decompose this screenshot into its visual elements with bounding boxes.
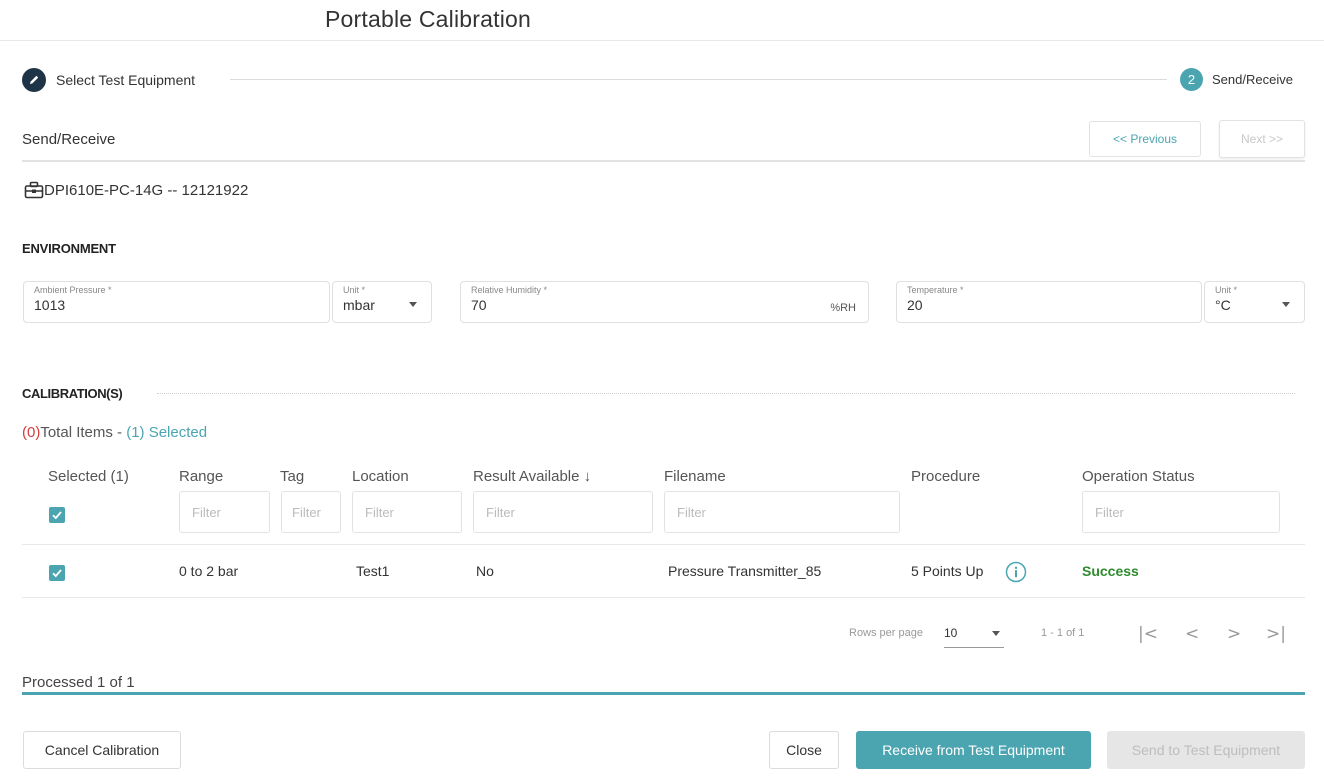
row-divider xyxy=(22,544,1305,545)
calibrations-heading: CALIBRATION(S) xyxy=(22,386,123,401)
column-header-selected: Selected (1) xyxy=(48,468,129,485)
temperature-field[interactable]: Temperature * 20 xyxy=(896,281,1202,323)
column-header-result-available[interactable]: Result Available ↓ xyxy=(473,468,591,485)
close-button[interactable]: Close xyxy=(769,731,839,769)
page-title: Portable Calibration xyxy=(325,6,532,32)
rows-per-page-value: 10 xyxy=(944,626,958,640)
selected-label: Selected xyxy=(144,424,208,441)
temperature-value: 20 xyxy=(907,297,923,313)
pencil-icon[interactable] xyxy=(22,68,46,92)
progress-bar xyxy=(22,692,1305,695)
select-all-checkbox[interactable] xyxy=(49,507,65,523)
selected-count: (1) xyxy=(126,424,145,441)
last-page-icon[interactable]: >| xyxy=(1266,624,1286,644)
device-name: DPI610E-PC-14G -- 12121922 xyxy=(44,182,249,199)
total-count: (0) xyxy=(22,424,41,441)
progress-bar-fill xyxy=(22,692,1305,695)
ambient-pressure-label: Ambient Pressure * xyxy=(34,285,112,295)
environment-heading: ENVIRONMENT xyxy=(22,241,116,256)
next-page-icon[interactable]: > xyxy=(1227,624,1241,644)
temperature-unit-value: °C xyxy=(1215,297,1231,313)
column-header-location[interactable]: Location xyxy=(352,468,409,485)
chevron-down-icon xyxy=(409,302,417,307)
previous-page-icon[interactable]: < xyxy=(1185,624,1199,644)
items-summary: (0)Total Items - (1) Selected xyxy=(22,424,207,441)
column-header-procedure[interactable]: Procedure xyxy=(911,468,980,485)
cancel-calibration-button[interactable]: Cancel Calibration xyxy=(23,731,181,769)
step-2-badge: 2 xyxy=(1180,68,1203,91)
rows-per-page-label: Rows per page xyxy=(849,627,923,639)
pagination-range: 1 - 1 of 1 xyxy=(1041,627,1085,639)
result-filter-input[interactable]: Filter xyxy=(473,491,653,533)
calibrations-divider xyxy=(157,393,1295,394)
cell-result-available: No xyxy=(476,563,494,579)
humidity-unit-suffix: %RH xyxy=(830,302,856,314)
step-select-test-equipment[interactable]: Select Test Equipment xyxy=(56,72,195,88)
processed-status: Processed 1 of 1 xyxy=(22,674,135,691)
pressure-unit-select[interactable]: Unit * mbar xyxy=(332,281,432,323)
cell-range: 0 to 2 bar xyxy=(179,563,239,579)
first-page-icon[interactable]: |< xyxy=(1138,624,1158,644)
info-icon[interactable] xyxy=(1005,561,1027,583)
cell-filename: Pressure Transmitter_85 xyxy=(668,563,822,579)
column-header-tag[interactable]: Tag xyxy=(280,468,304,485)
location-filter-input[interactable]: Filter xyxy=(352,491,462,533)
relative-humidity-field[interactable]: Relative Humidity * 70 %RH xyxy=(460,281,869,323)
stepper-connector xyxy=(230,79,1167,80)
cell-location: Test1 xyxy=(356,563,390,579)
temperature-label: Temperature * xyxy=(907,285,964,295)
section-divider xyxy=(22,160,1305,162)
receive-from-test-equipment-button[interactable]: Receive from Test Equipment xyxy=(856,731,1091,769)
temperature-unit-select[interactable]: Unit * °C xyxy=(1204,281,1305,323)
cell-operation-status: Success xyxy=(1082,563,1139,579)
column-header-operation-status[interactable]: Operation Status xyxy=(1082,468,1195,485)
pressure-unit-label: Unit * xyxy=(343,285,366,295)
rows-per-page-select[interactable]: 10 xyxy=(944,624,1004,648)
filename-filter-input[interactable]: Filter xyxy=(664,491,900,533)
chevron-down-icon xyxy=(992,631,1000,636)
next-button[interactable]: Next >> xyxy=(1219,120,1305,158)
row-divider xyxy=(22,597,1305,598)
status-filter-input[interactable]: Filter xyxy=(1082,491,1280,533)
previous-button[interactable]: << Previous xyxy=(1089,121,1201,157)
column-header-range[interactable]: Range xyxy=(179,468,223,485)
tag-filter-input[interactable]: Filter xyxy=(281,491,341,533)
ambient-pressure-value: 1013 xyxy=(34,297,66,313)
step-send-receive: Send/Receive xyxy=(1212,72,1293,87)
temperature-unit-label: Unit * xyxy=(1215,285,1238,295)
ambient-pressure-field[interactable]: Ambient Pressure * 1013 xyxy=(23,281,330,323)
pressure-unit-value: mbar xyxy=(343,297,375,313)
cell-procedure: 5 Points Up xyxy=(911,563,984,579)
title-divider xyxy=(0,40,1324,41)
column-header-filename[interactable]: Filename xyxy=(664,468,726,485)
chevron-down-icon xyxy=(1282,302,1290,307)
range-filter-input[interactable]: Filter xyxy=(179,491,270,533)
relative-humidity-value: 70 xyxy=(471,297,487,313)
relative-humidity-label: Relative Humidity * xyxy=(471,285,548,295)
total-label: Total Items - xyxy=(40,424,127,441)
toolbox-icon xyxy=(24,181,44,199)
row-checkbox[interactable] xyxy=(49,565,65,581)
section-title: Send/Receive xyxy=(22,131,116,148)
send-to-test-equipment-button[interactable]: Send to Test Equipment xyxy=(1107,731,1305,769)
